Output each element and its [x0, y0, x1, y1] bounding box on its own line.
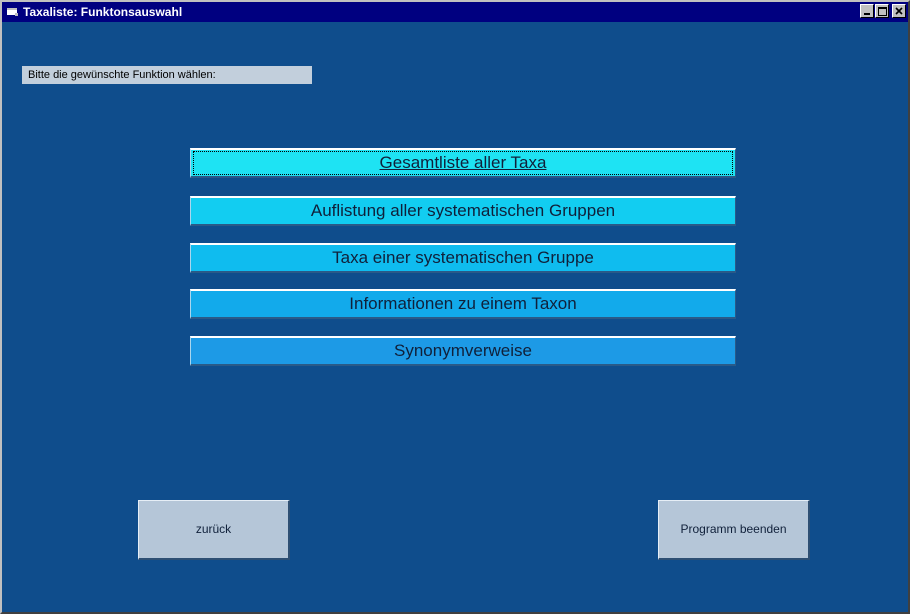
- quit-program-button[interactable]: Programm beenden: [658, 500, 810, 560]
- window-controls: [859, 4, 906, 18]
- function-button-gruppen[interactable]: Auflistung aller systematischen Gruppen: [190, 196, 736, 226]
- minimize-icon: [864, 13, 870, 15]
- window-title: Taxaliste: Funktonsauswahl: [23, 5, 183, 19]
- client-area: Bitte die gewünschte Funktion wählen: Ge…: [2, 22, 908, 612]
- function-button-gesamtliste[interactable]: Gesamtliste aller Taxa: [190, 148, 736, 178]
- prompt-label: Bitte die gewünschte Funktion wählen:: [22, 66, 312, 84]
- back-button[interactable]: zurück: [138, 500, 290, 560]
- maximize-icon: [877, 6, 887, 16]
- function-button-taxa-gruppe[interactable]: Taxa einer systematischen Gruppe: [190, 243, 736, 273]
- function-button-taxon-info[interactable]: Informationen zu einem Taxon: [190, 289, 736, 319]
- app-icon: [5, 4, 21, 20]
- title-bar[interactable]: Taxaliste: Funktonsauswahl: [2, 2, 908, 22]
- close-button[interactable]: [892, 4, 906, 18]
- app-window: Taxaliste: Funktonsauswahl Bitte die gew…: [0, 0, 910, 614]
- minimize-button[interactable]: [860, 4, 874, 18]
- close-icon: [895, 7, 903, 15]
- maximize-button[interactable]: [875, 4, 889, 18]
- function-button-synonyme[interactable]: Synonymverweise: [190, 336, 736, 366]
